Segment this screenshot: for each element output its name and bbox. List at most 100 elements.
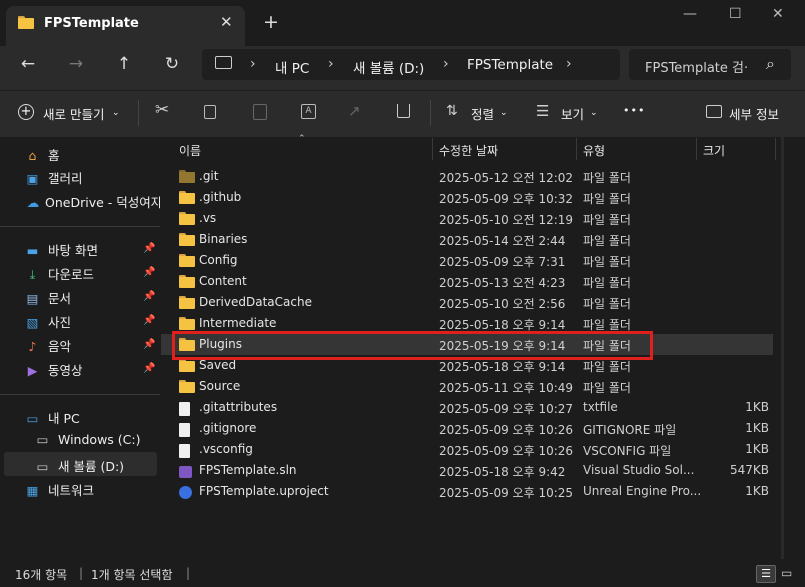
refresh-button[interactable]: ↻ xyxy=(157,54,187,74)
document-icon: ▤ xyxy=(26,291,39,306)
sidebar-item-documents[interactable]: ▤ 문서 xyxy=(24,288,71,307)
file-icon xyxy=(179,401,190,416)
file-name: Content xyxy=(199,274,247,288)
sidebar-item-label: 문서 xyxy=(48,291,72,306)
back-button[interactable]: ← xyxy=(13,54,43,74)
search-input[interactable]: FPSTemplate 검· xyxy=(645,57,748,76)
scrollbar[interactable] xyxy=(781,137,784,559)
sidebar-item-network[interactable]: ▦ 네트워크 xyxy=(24,480,94,499)
cut-icon[interactable]: ✂ xyxy=(155,100,169,120)
unreal-icon xyxy=(179,485,192,499)
column-header-type[interactable]: 유형 xyxy=(583,142,605,159)
table-row[interactable]: Config 2025-05-09 오후 7:31 파일 폴더 xyxy=(161,250,773,271)
new-button[interactable]: 새로 만들기 xyxy=(43,104,104,123)
breadcrumb-folder[interactable]: FPSTemplate xyxy=(467,57,553,73)
sidebar-item-music[interactable]: ♪ 음악 xyxy=(24,336,72,355)
copy-icon[interactable] xyxy=(204,105,216,119)
pin-icon[interactable]: 📌 xyxy=(143,339,155,350)
breadcrumb-pc[interactable]: 내 PC xyxy=(275,57,309,77)
file-type: 파일 폴더 xyxy=(583,255,631,269)
chevron-right-icon[interactable]: › xyxy=(566,56,572,72)
sidebar-item-pictures[interactable]: ▧ 사진 xyxy=(24,312,71,331)
pin-icon[interactable]: 📌 xyxy=(143,363,155,374)
file-name: DerivedDataCache xyxy=(199,295,312,309)
tiles-view-icon[interactable]: ▭ xyxy=(781,566,792,580)
column-divider[interactable] xyxy=(432,138,433,160)
sidebar-item-downloads[interactable]: ⤓ 다운로드 xyxy=(24,264,94,283)
file-type: Unreal Engine Pro... xyxy=(583,484,702,498)
table-row[interactable]: .gitignore 2025-05-09 오후 10:26 GITIGNORE 파… xyxy=(161,418,773,439)
table-row[interactable]: Content 2025-05-13 오전 4:23 파일 폴더 xyxy=(161,271,773,292)
breadcrumb-drive[interactable]: 새 볼륨 (D:) xyxy=(353,57,424,77)
sidebar-item-drive-d[interactable]: ▭ 새 볼륨 (D:) xyxy=(34,456,124,475)
file-type: txtfile xyxy=(583,400,618,414)
share-icon[interactable]: ↗ xyxy=(348,102,361,120)
pin-icon[interactable]: 📌 xyxy=(143,267,155,278)
table-row[interactable]: .github 2025-05-09 오후 10:32 파일 폴더 xyxy=(161,187,773,208)
file-date: 2025-05-11 오후 10:49 xyxy=(439,381,574,395)
file-name: .git xyxy=(199,169,219,183)
chevron-right-icon[interactable]: › xyxy=(250,56,256,72)
column-divider[interactable] xyxy=(775,138,776,160)
sidebar-item-label: Windows (C:) xyxy=(58,432,141,447)
divider xyxy=(0,226,160,227)
sidebar-item-home[interactable]: ⌂ 홈 xyxy=(24,145,60,164)
table-row[interactable]: .vs 2025-05-10 오전 12:19 파일 폴더 xyxy=(161,208,773,229)
tab-close-icon[interactable]: ✕ xyxy=(220,13,233,31)
file-date: 2025-05-09 오후 7:31 xyxy=(439,255,566,269)
file-name: Binaries xyxy=(199,232,248,246)
file-size: 1KB xyxy=(745,442,769,456)
sidebar-item-videos[interactable]: ▶ 동영상 xyxy=(24,360,83,379)
table-row[interactable]: FPSTemplate.sln 2025-05-18 오후 9:42 Visual … xyxy=(161,460,773,481)
column-divider[interactable] xyxy=(576,138,577,160)
pin-icon[interactable]: 📌 xyxy=(143,291,155,302)
folder-icon xyxy=(18,16,34,29)
music-icon: ♪ xyxy=(28,339,37,354)
table-row[interactable]: .git 2025-05-12 오전 12:02 파일 폴더 xyxy=(161,166,773,187)
column-divider[interactable] xyxy=(696,138,697,160)
pc-icon: ▭ xyxy=(26,411,39,426)
sort-icon: ⇅ xyxy=(446,103,458,119)
table-row[interactable]: Source 2025-05-11 오후 10:49 파일 폴더 xyxy=(161,376,773,397)
delete-icon[interactable] xyxy=(397,104,410,118)
forward-button[interactable]: → xyxy=(61,54,91,74)
sidebar-item-this-pc[interactable]: ▭ 내 PC xyxy=(24,408,80,427)
file-type: 파일 폴더 xyxy=(583,381,631,395)
minimize-button[interactable]: — xyxy=(683,6,697,22)
selection-count: 1개 항목 선택함 xyxy=(91,568,173,582)
pin-icon[interactable]: 📌 xyxy=(143,243,155,254)
table-row[interactable]: .vsconfig 2025-05-09 오후 10:26 VSCONFIG 파일 1… xyxy=(161,439,773,460)
column-header-name[interactable]: 이름 xyxy=(179,142,201,159)
file-size: 1KB xyxy=(745,400,769,414)
tab-title: FPSTemplate xyxy=(44,16,139,31)
table-row[interactable]: Binaries 2025-05-14 오전 2:44 파일 폴더 xyxy=(161,229,773,250)
details-view-icon[interactable]: ☰ xyxy=(756,565,776,583)
pin-icon[interactable]: 📌 xyxy=(143,315,155,326)
sidebar-item-onedrive[interactable]: ☁ OneDrive - 덕성여자 xyxy=(26,192,160,211)
gallery-icon: ▣ xyxy=(26,171,39,186)
more-options-button[interactable]: ••• xyxy=(623,104,645,117)
close-button[interactable]: ✕ xyxy=(772,6,784,22)
paste-icon[interactable] xyxy=(253,104,267,120)
table-row[interactable]: .gitattributes 2025-05-09 오후 10:27 txtfile… xyxy=(161,397,773,418)
new-tab-button[interactable]: + xyxy=(263,11,279,33)
up-button[interactable]: ↑ xyxy=(109,54,139,74)
sidebar-item-desktop[interactable]: ▬ 바탕 화면 xyxy=(24,240,98,259)
chevron-right-icon[interactable]: › xyxy=(328,56,334,72)
file-name: Saved xyxy=(199,358,237,372)
chevron-right-icon[interactable]: › xyxy=(443,56,449,72)
rename-icon[interactable]: A xyxy=(301,104,316,119)
table-row[interactable]: DerivedDataCache 2025-05-10 오전 2:56 파일 폴더 xyxy=(161,292,773,313)
view-button[interactable]: 보기 xyxy=(561,104,584,123)
table-row[interactable]: FPSTemplate.uproject 2025-05-09 오후 10:25 U… xyxy=(161,481,773,502)
cloud-icon: ☁ xyxy=(26,195,40,210)
sort-button[interactable]: 정렬 xyxy=(471,104,494,123)
desktop-icon: ▬ xyxy=(26,243,39,258)
search-icon[interactable]: ⌕ xyxy=(766,54,775,74)
details-button[interactable]: 세부 정보 xyxy=(729,104,779,123)
sidebar-item-drive-c[interactable]: ▭ Windows (C:) xyxy=(34,432,141,447)
maximize-button[interactable]: ☐ xyxy=(729,6,742,22)
sidebar-item-gallery[interactable]: ▣ 갤러리 xyxy=(24,168,83,187)
column-header-size[interactable]: 크기 xyxy=(703,142,725,159)
column-header-date[interactable]: 수정한 날짜 xyxy=(439,142,498,159)
